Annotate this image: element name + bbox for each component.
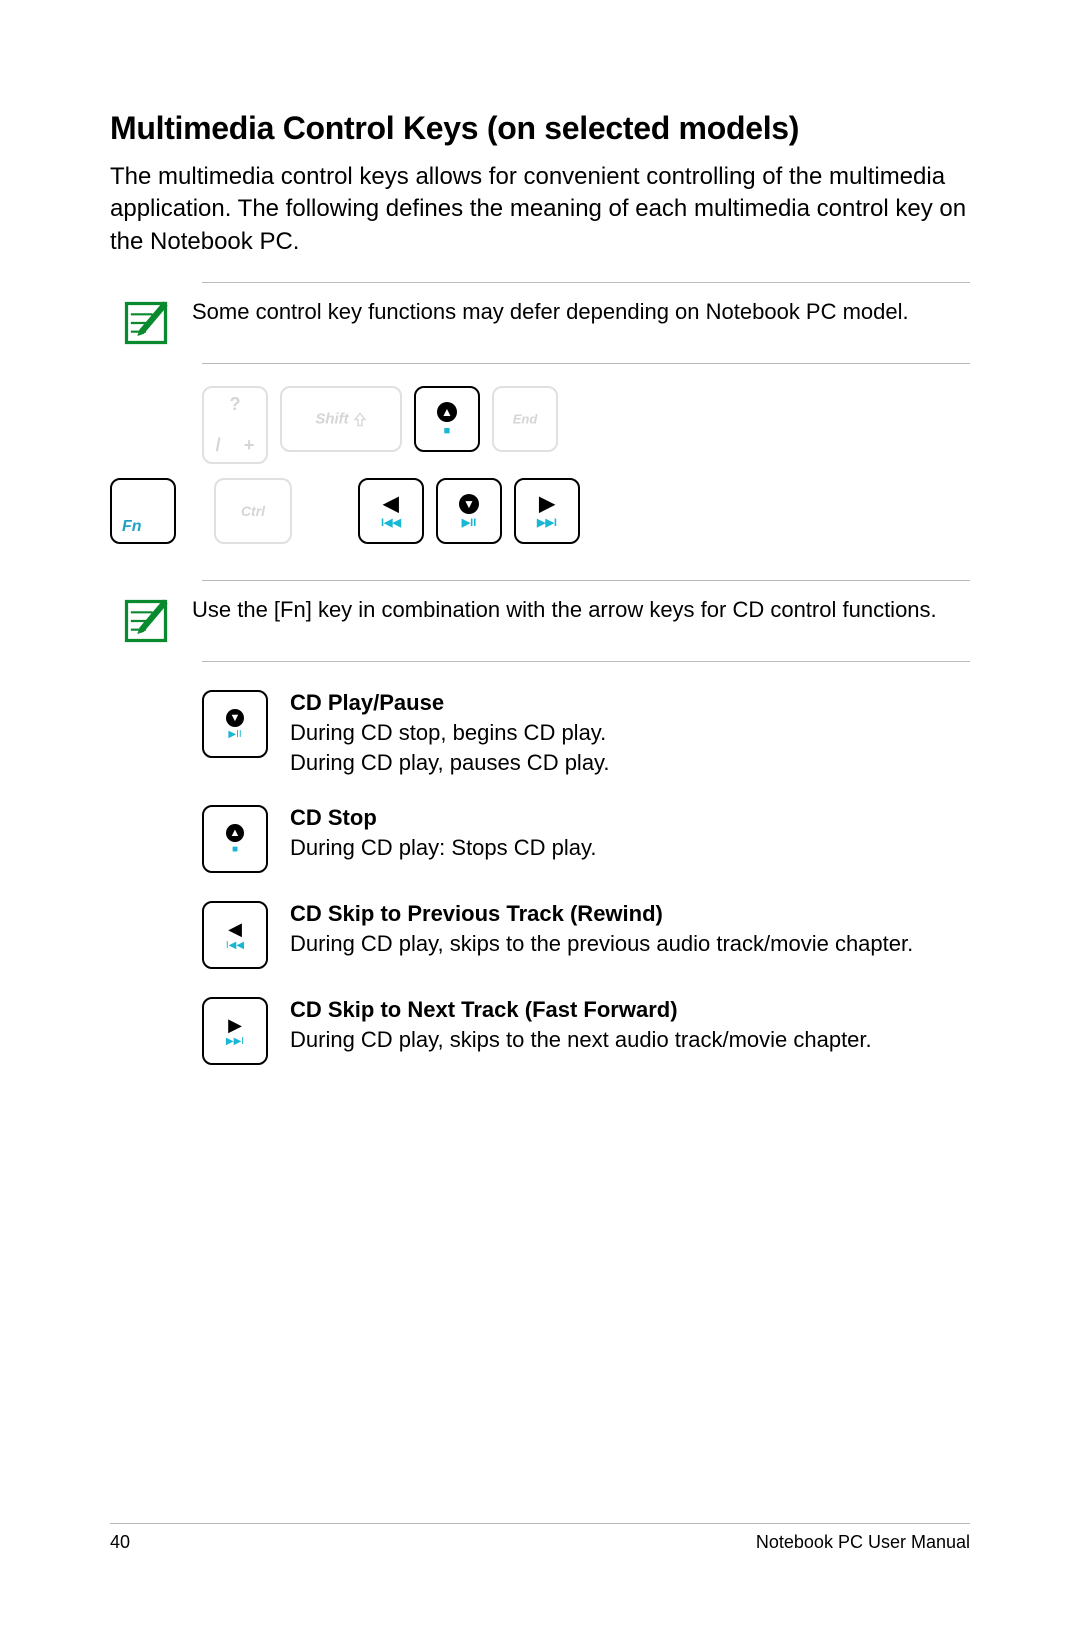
key-fn: Fn [110,478,176,544]
key-end: End [492,386,558,452]
function-title: CD Skip to Previous Track (Rewind) [290,901,663,926]
function-body: During CD play, skips to the next audio … [290,1027,872,1052]
note-2-text: Use the [Fn] key in combination with the… [192,593,937,625]
function-title: CD Skip to Next Track (Fast Forward) [290,997,678,1022]
note-1: Some control key functions may defer dep… [110,291,970,355]
function-body: During CD play: Stops CD play. [290,835,597,860]
function-prev-track: ◀ I◀◀ CD Skip to Previous Track (Rewind)… [202,899,970,969]
footer-divider [110,1523,970,1524]
divider [202,580,970,581]
key-prev-icon: ◀ I◀◀ [202,901,268,969]
arrow-left-icon: ◀ [383,494,398,514]
function-play-pause: ▼ ▶II CD Play/Pause During CD stop, begi… [202,688,970,777]
next-track-icon: ▶▶I [537,518,557,529]
key-arrow-left: ◀ I◀◀ [358,478,424,544]
arrow-up-icon: ▲ [437,402,457,422]
key-arrow-right: ▶ ▶▶I [514,478,580,544]
keyboard-diagram: ? / + Shift ▲ ■ End Fn [110,372,970,572]
divider [202,282,970,283]
prev-track-icon: I◀◀ [381,518,401,529]
play-pause-icon: ▶II [462,518,477,529]
key-stop-icon: ▲ ■ [202,805,268,873]
key-arrow-down: ▼ ▶II [436,478,502,544]
intro-paragraph: The multimedia control keys allows for c… [110,161,970,258]
page-title: Multimedia Control Keys (on selected mod… [110,110,970,147]
note-icon [120,595,172,647]
key-shift: Shift [280,386,402,452]
note-icon [120,297,172,349]
function-title: CD Stop [290,805,377,830]
note-1-text: Some control key functions may defer dep… [192,295,909,327]
function-title: CD Play/Pause [290,690,444,715]
note-2: Use the [Fn] key in combination with the… [110,589,970,653]
manual-title: Notebook PC User Manual [756,1532,970,1553]
arrow-down-icon: ▼ [459,494,479,514]
key-ctrl: Ctrl [214,478,292,544]
page-number: 40 [110,1532,130,1553]
function-body: During CD stop, begins CD play. During C… [290,720,610,775]
divider [202,363,970,364]
function-stop: ▲ ■ CD Stop During CD play: Stops CD pla… [202,803,970,873]
divider [202,661,970,662]
key-arrow-up: ▲ ■ [414,386,480,452]
arrow-right-icon: ▶ [539,494,554,514]
function-body: During CD play, skips to the previous au… [290,931,913,956]
function-next-track: ▶ ▶▶I CD Skip to Next Track (Fast Forwar… [202,995,970,1065]
key-slash: ? / + [202,386,268,464]
stop-icon: ■ [444,426,451,437]
key-play-pause-icon: ▼ ▶II [202,690,268,758]
key-next-icon: ▶ ▶▶I [202,997,268,1065]
